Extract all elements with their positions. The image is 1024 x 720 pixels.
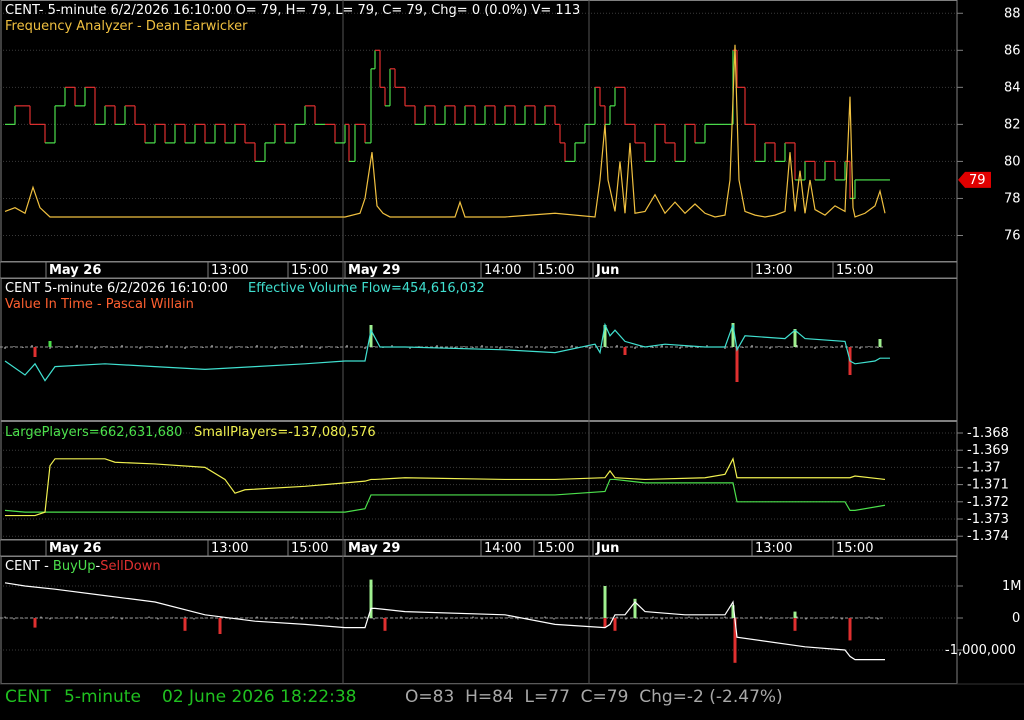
time-tick-label: 15:00: [836, 263, 873, 278]
price-tick-label: 86: [1004, 43, 1021, 58]
pane1-study-title: Frequency Analyzer - Dean Earwicker: [5, 19, 248, 34]
time-tick-label: 15:00: [537, 541, 574, 556]
buysell-tick-label: 0: [1012, 611, 1020, 626]
pane4-title: CENT - BuyUp-SellDown: [5, 559, 161, 574]
large-players-label: LargePlayers=662,631,680: [5, 425, 182, 440]
flow-spike-bar: [878, 339, 882, 347]
time-tick-label: 14:00: [484, 541, 521, 556]
selldown-bar: [793, 618, 797, 631]
pane-frames: [0, 0, 1024, 685]
buyup-bar: [793, 611, 797, 618]
selldown-bar: [183, 618, 187, 631]
cumulative-buysell-line: [4, 582, 885, 661]
buyup-bar: [603, 586, 607, 618]
chart-canvas: May 26 13:00 15:00 May 29 14:00 15:00 Jun 13:00…: [0, 0, 1024, 707]
footer-symbol: CENT: [5, 687, 51, 707]
last-price-tag-label: 79: [969, 173, 986, 188]
pane1-symbol-line: CENT- 5-minute 6/2/2026 16:10:00 O= 79, …: [5, 3, 580, 18]
buyup-label: BuyUp: [53, 559, 96, 574]
time-tick-label: 13:00: [211, 541, 248, 556]
selldown-bar: [603, 618, 607, 628]
time-tick-label: 15:00: [537, 263, 574, 278]
time-tick-label: Jun: [595, 263, 619, 278]
players-tick-label: -1.373: [967, 512, 1009, 527]
selldown-bar: [848, 618, 852, 641]
footer-interval: 5-minute: [64, 687, 141, 707]
price-tick-label: 78: [1004, 191, 1021, 206]
time-axis-strip-1: [0, 261, 958, 279]
pane4-prefix: CENT -: [5, 559, 53, 574]
pane-frame-4: [0, 556, 958, 684]
players-tick-label: -1.368: [967, 426, 1009, 441]
time-tick-label: May 26: [49, 541, 101, 556]
players-tick-label: -1.374: [967, 529, 1009, 544]
players-tick-label: -1.37: [967, 460, 1001, 475]
time-tick-label: 15:00: [836, 541, 873, 556]
pane2-study-title: Value In Time - Pascal Willain: [5, 297, 194, 312]
frequency-analyzer-line: [4, 44, 886, 218]
price-tick-label: 84: [1004, 80, 1021, 95]
selldown-bar: [383, 618, 387, 631]
small-players-label: SmallPlayers=-137,080,576: [194, 425, 376, 440]
selldown-bar: [218, 618, 222, 634]
time-axis-strip-2: [0, 539, 958, 557]
flow-spike-bar: [623, 347, 627, 355]
price-tick-label: 88: [1004, 6, 1021, 21]
time-tick-label: 15:00: [291, 263, 328, 278]
effective-volume-flow-line: [4, 322, 890, 382]
time-tick-label: 13:00: [755, 263, 792, 278]
flow-spike-bar: [735, 347, 739, 382]
pane2-symbol-line: CENT 5-minute 6/2/2026 16:10:00: [5, 281, 228, 296]
price-tick-label: 76: [1004, 228, 1021, 243]
time-tick-label: 13:00: [755, 541, 792, 556]
time-tick-label: May 26: [49, 263, 101, 278]
selldown-bar: [613, 618, 617, 631]
time-tick-label: 14:00: [484, 263, 521, 278]
buysell-tick-label: 1M: [1002, 579, 1022, 594]
time-tick-label: May 29: [348, 541, 400, 556]
time-tick-label: Jun: [595, 541, 619, 556]
players-tick-label: -1.371: [967, 478, 1009, 493]
footer-datetime: 02 June 2026 18:22:38: [162, 687, 356, 707]
footer-ohlc: O=83 H=84 L=77 C=79 Chg=-2 (-2.47%): [405, 687, 783, 707]
flow-spike-bar: [48, 341, 52, 347]
grid-lines: [0, 0, 957, 684]
players-tick-label: -1.372: [967, 495, 1009, 510]
pane2-flow-label: Effective Volume Flow=454,616,032: [248, 281, 485, 296]
selldown-label: SellDown: [100, 559, 160, 574]
players-tick-label: -1.369: [967, 443, 1009, 458]
axis-labels: May 26 13:00 15:00 May 29 14:00 15:00 Jun 13:00…: [45, 6, 1022, 658]
time-tick-label: 13:00: [211, 263, 248, 278]
time-tick-label: 15:00: [291, 541, 328, 556]
selldown-bar: [33, 618, 37, 628]
flow-spike-bar: [33, 347, 37, 357]
time-tick-label: May 29: [348, 263, 400, 278]
buysell-tick-label: -1,000,000: [945, 643, 1016, 658]
price-tick-label: 82: [1004, 117, 1021, 132]
price-tick-label: 80: [1004, 154, 1021, 169]
